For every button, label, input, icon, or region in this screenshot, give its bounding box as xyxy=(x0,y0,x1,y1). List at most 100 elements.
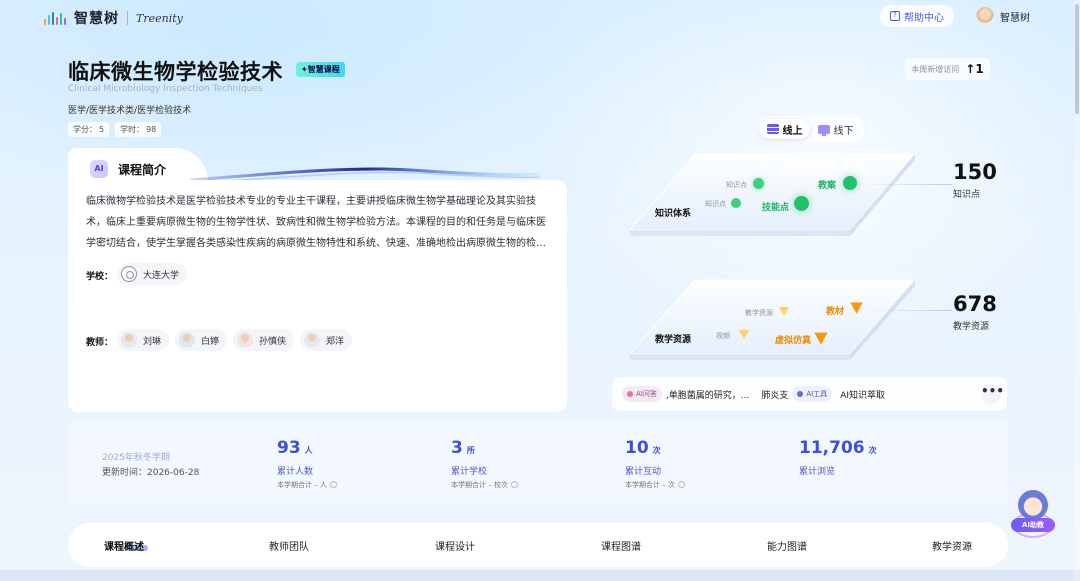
mode-toggle: 线上 线下 xyxy=(756,116,864,142)
logo-text-en: Treenity xyxy=(136,11,183,25)
help-center-button[interactable]: ? 帮助中心 xyxy=(880,5,954,27)
resources-label: 教学资源 xyxy=(655,335,692,345)
term-label: 2025年秋冬学期 xyxy=(102,453,170,463)
resources-platform[interactable] xyxy=(620,276,930,386)
course-nav xyxy=(68,523,1008,567)
weekly-visits-label: 本周新增访问 xyxy=(911,64,960,74)
school-label: 学校： xyxy=(86,272,114,282)
hours-tag: 学时： 98 xyxy=(115,122,162,137)
logo-bars-icon xyxy=(44,11,66,25)
ai-assistant-label: AI助教 xyxy=(1011,518,1055,532)
nav-tab-ability-map[interactable]: 能力图谱 xyxy=(767,538,807,553)
school-seal-icon xyxy=(121,266,137,282)
teacher-chip[interactable]: 白婷 xyxy=(175,329,228,351)
weekly-visits-value: ↑1 xyxy=(965,62,984,76)
logo-separator xyxy=(127,11,128,25)
nav-tab-teachers[interactable]: 教师团队 xyxy=(269,538,309,553)
intro-title: 课程简介 xyxy=(118,162,167,177)
metric-unit: 人 xyxy=(304,446,313,455)
ai-mid-text[interactable]: 肺炎支 xyxy=(761,388,788,401)
teacher-chip[interactable]: 郑洋 xyxy=(300,329,353,351)
nav-tab-resources[interactable]: 教学资源 xyxy=(932,538,972,553)
stats-bar xyxy=(68,421,1008,505)
ai-qa-icon xyxy=(627,391,633,397)
ai-assistant-button[interactable]: AI助教 xyxy=(1011,490,1055,540)
ai-icon: AI xyxy=(90,160,108,178)
teacher-name: 郑洋 xyxy=(326,336,345,347)
school-chip[interactable]: 大连大学 xyxy=(117,263,188,285)
lesson-plan-label: 教案 xyxy=(818,181,837,191)
intro-text: 临床微物学检验技术是医学检验技术专业的专业主干课程，主要讲授临床微生物学基础理论… xyxy=(86,196,546,249)
metric-unit: 次 xyxy=(868,446,877,455)
metric-people: 93 人 累计人数 本学期合计 – 人 xyxy=(277,438,337,489)
teacher-avatar xyxy=(304,332,320,348)
info-icon[interactable] xyxy=(510,481,518,488)
metric-sub: 本学期合计 – 人 xyxy=(277,480,337,490)
metric-value: 3 xyxy=(451,438,463,458)
teacher-chip[interactable]: 孙慎侠 xyxy=(233,329,295,351)
knowledge-count-label: 知识点 xyxy=(953,190,981,200)
ai-assistant-avatar xyxy=(1018,490,1048,520)
ai-tool-text[interactable]: AI知识萃取 xyxy=(840,388,885,401)
toggle-online[interactable]: 线上 xyxy=(759,119,810,139)
ai-tool-icon xyxy=(797,391,804,397)
knowledge-system-label: 知识体系 xyxy=(655,209,692,219)
resources-count-label: 教学资源 xyxy=(953,322,990,332)
help-icon: ? xyxy=(890,11,900,21)
monitor-icon xyxy=(817,124,830,136)
knowledge-count: 150 xyxy=(953,160,997,184)
textbook-cone-icon xyxy=(850,302,863,314)
layers-icon xyxy=(766,124,779,134)
resource-cone-icon xyxy=(779,307,789,316)
knowledge-connector xyxy=(860,184,952,185)
logo[interactable]: 智慧树 Treenity xyxy=(44,8,183,28)
teacher-label: 教师： xyxy=(86,338,114,348)
help-center-label: 帮助中心 xyxy=(904,12,944,24)
metric-value: 93 xyxy=(277,438,301,458)
ai-tool-pill[interactable]: AI工具 xyxy=(792,386,833,402)
resources-count: 678 xyxy=(953,292,997,316)
ai-strip: AI问答 ,单胞菌属的研究，... 肺炎支 AI工具 AI知识萃取 ••• xyxy=(612,377,1007,411)
metric-label: 累计浏览 xyxy=(799,467,836,477)
metric-sub: 本学期合计 – 校次 xyxy=(451,480,518,490)
virtual-sim-cone-icon xyxy=(814,332,828,345)
user-avatar xyxy=(976,7,994,25)
course-title-en: Clinical Microbiology Inspection Techniq… xyxy=(68,84,263,94)
ai-tool-label: AI工具 xyxy=(806,390,828,398)
metric-interactions: 10 次 累计互动 本学期合计 – 次 xyxy=(625,438,685,489)
metric-sub: 本学期合计 – 次 xyxy=(625,480,685,490)
resources-small-label: 教学资源 xyxy=(745,309,773,317)
ai-qa-pill[interactable]: AI问答 xyxy=(622,386,662,402)
teacher-name: 孙慎侠 xyxy=(259,336,287,347)
user-menu[interactable]: 智慧树 xyxy=(976,7,1030,25)
course-tags: 学分： 5 学时： 98 xyxy=(68,122,162,137)
footer-strip xyxy=(0,570,1080,581)
metric-value: 10 xyxy=(625,438,649,458)
nav-tab-overview[interactable]: 课程概述 xyxy=(104,538,144,553)
info-icon[interactable] xyxy=(329,481,337,488)
ai-qa-text[interactable]: ,单胞菌属的研究，... xyxy=(666,388,749,401)
toggle-offline[interactable]: 线下 xyxy=(810,119,861,139)
smart-course-badge: ✦智慧课程 xyxy=(296,62,345,77)
resources-small-label: 视频 xyxy=(716,332,730,340)
knowledge-dot xyxy=(731,198,741,208)
nav-tab-course-map[interactable]: 课程图谱 xyxy=(601,538,641,553)
school-name: 大连大学 xyxy=(143,270,180,281)
info-icon[interactable] xyxy=(677,481,685,488)
top-bar: 智慧树 Treenity ? 帮助中心 智慧树 xyxy=(0,0,1080,36)
metric-unit: 次 xyxy=(652,446,661,455)
teacher-avatar xyxy=(237,332,253,348)
breadcrumb: 医学/医学技术类/医学检验技术 xyxy=(68,106,192,116)
textbook-label: 教材 xyxy=(826,307,845,317)
nav-tab-design[interactable]: 课程设计 xyxy=(435,538,475,553)
virtual-sim-label: 虚拟仿真 xyxy=(775,336,812,346)
scrollbar-thumb[interactable] xyxy=(1075,4,1079,114)
intro-header: AI 课程简介 xyxy=(90,160,166,178)
logo-text-cn: 智慧树 xyxy=(74,11,119,27)
metric-label: 累计人数 xyxy=(277,467,314,477)
resources-connector xyxy=(866,310,952,311)
teacher-avatar: .t1::after{background:#c0392b} xyxy=(121,332,137,348)
metric-unit: 所 xyxy=(466,446,475,455)
more-button[interactable]: ••• xyxy=(981,384,1004,404)
teacher-chip[interactable]: .t1::after{background:#c0392b} 刘琳 xyxy=(117,329,170,351)
